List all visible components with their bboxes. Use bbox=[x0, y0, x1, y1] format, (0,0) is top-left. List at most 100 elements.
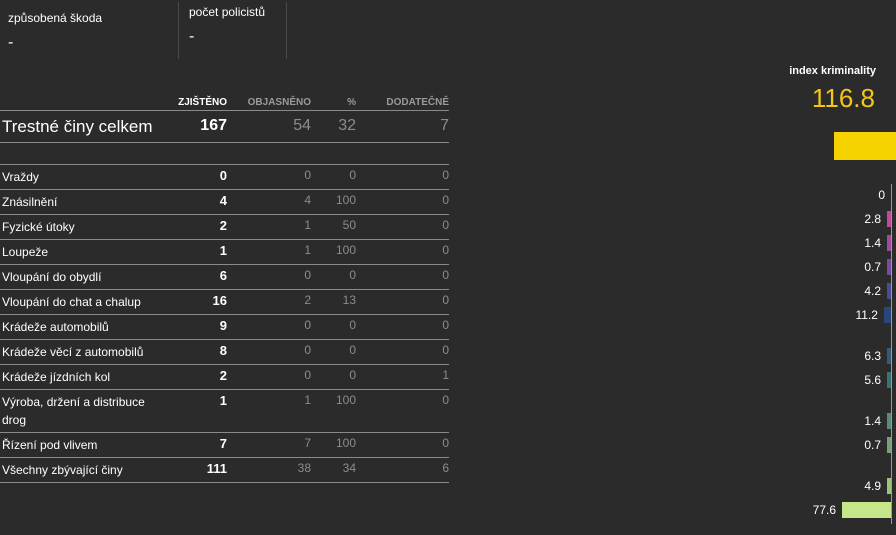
index-total-bar bbox=[834, 132, 896, 160]
index-bar[interactable] bbox=[887, 235, 891, 251]
cell-zjisteno: 2 bbox=[166, 364, 227, 390]
chart-axis bbox=[891, 184, 892, 524]
cell-zjisteno: 0 bbox=[166, 164, 227, 190]
cell-objasneno: 1 bbox=[227, 214, 311, 240]
cell-objasneno: 0 bbox=[227, 364, 311, 390]
index-bar-label: 11.2 bbox=[855, 308, 878, 322]
table-row: Krádeže automobilů 9 0 0 0 bbox=[0, 314, 449, 340]
cell-percent: 13 bbox=[311, 289, 356, 315]
cell-objasneno: 7 bbox=[227, 432, 311, 458]
cell-objasneno: 2 bbox=[227, 289, 311, 315]
crime-name: Řízení pod vlivem bbox=[0, 432, 166, 458]
index-bar-label: 0 bbox=[878, 188, 885, 202]
index-bar[interactable] bbox=[887, 211, 891, 227]
cell-percent: 100 bbox=[311, 432, 356, 458]
table-row: Znásilnění 4 4 100 0 bbox=[0, 189, 449, 215]
cell-percent: 0 bbox=[311, 314, 356, 340]
cell-dodatecne: 0 bbox=[356, 189, 449, 215]
cell-zjisteno: 4 bbox=[166, 189, 227, 215]
crime-name: Vloupání do chat a chalup bbox=[0, 289, 166, 315]
cell-dodatecne: 0 bbox=[356, 239, 449, 265]
index-bar[interactable] bbox=[887, 437, 891, 453]
damage-value: - bbox=[8, 34, 14, 51]
cell-percent: 0 bbox=[311, 364, 356, 390]
cell-zjisteno: 111 bbox=[166, 457, 227, 483]
cell-zjisteno: 1 bbox=[166, 239, 227, 265]
total-dodatecne: 7 bbox=[356, 110, 449, 143]
table-header: ZJIŠTĚNO OBJASNĚNO % DODATEČNĚ bbox=[0, 89, 449, 111]
cell-objasneno: 1 bbox=[227, 239, 311, 265]
table-row: Vraždy 0 0 0 0 bbox=[0, 164, 449, 190]
index-bar[interactable] bbox=[883, 307, 891, 323]
index-bar-label: 4.2 bbox=[864, 284, 881, 298]
index-label: index kriminality bbox=[789, 65, 876, 77]
crime-name: Krádeže věcí z automobilů bbox=[0, 339, 166, 365]
cell-percent: 0 bbox=[311, 264, 356, 290]
index-bar[interactable] bbox=[842, 502, 891, 518]
table-row: Vloupání do obydlí 6 0 0 0 bbox=[0, 264, 449, 290]
index-bar-label: 0.7 bbox=[864, 260, 881, 274]
total-percent: 32 bbox=[311, 110, 356, 143]
cell-dodatecne: 0 bbox=[356, 214, 449, 240]
index-bar[interactable] bbox=[887, 372, 891, 388]
cell-objasneno: 38 bbox=[227, 457, 311, 483]
index-value: 116.8 bbox=[811, 83, 875, 113]
crime-name: Fyzické útoky bbox=[0, 214, 166, 240]
crime-name: Loupeže bbox=[0, 239, 166, 265]
police-stat: počet policistů - bbox=[189, 4, 279, 62]
cell-zjisteno: 2 bbox=[166, 214, 227, 240]
cell-zjisteno: 8 bbox=[166, 339, 227, 365]
total-zjisteno: 167 bbox=[166, 110, 227, 143]
cell-objasneno: 0 bbox=[227, 264, 311, 290]
crime-name: Znásilnění bbox=[0, 189, 166, 215]
index-bar-label: 1.4 bbox=[864, 414, 881, 428]
table-row: Výroba, držení a distribuce drog 1 1 100 0 bbox=[0, 389, 449, 433]
cell-percent: 100 bbox=[311, 389, 356, 433]
cell-zjisteno: 1 bbox=[166, 389, 227, 433]
cell-zjisteno: 7 bbox=[166, 432, 227, 458]
index-bar[interactable] bbox=[887, 413, 891, 429]
header-objasneno[interactable]: OBJASNĚNO bbox=[227, 89, 311, 111]
index-bar[interactable] bbox=[887, 478, 891, 494]
index-bar[interactable] bbox=[887, 348, 891, 364]
cell-dodatecne: 0 bbox=[356, 164, 449, 190]
police-label: počet policistů bbox=[189, 5, 266, 19]
damage-stat: způsobená škoda - bbox=[8, 10, 168, 68]
cell-percent: 0 bbox=[311, 339, 356, 365]
cell-dodatecne: 0 bbox=[356, 314, 449, 340]
table-row: Řízení pod vlivem 7 7 100 0 bbox=[0, 432, 449, 458]
crime-name: Vraždy bbox=[0, 164, 166, 190]
cell-zjisteno: 6 bbox=[166, 264, 227, 290]
table-row: Krádeže věcí z automobilů 8 0 0 0 bbox=[0, 339, 449, 365]
stat-divider bbox=[178, 2, 179, 59]
crime-name: Krádeže jízdních kol bbox=[0, 364, 166, 390]
cell-percent: 34 bbox=[311, 457, 356, 483]
cell-dodatecne: 0 bbox=[356, 432, 449, 458]
index-bar-label: 0.7 bbox=[864, 438, 881, 452]
header-percent[interactable]: % bbox=[311, 89, 356, 111]
cell-dodatecne: 0 bbox=[356, 264, 449, 290]
cell-dodatecne: 0 bbox=[356, 389, 449, 433]
cell-percent: 0 bbox=[311, 164, 356, 190]
cell-percent: 100 bbox=[311, 239, 356, 265]
crime-name: Krádeže automobilů bbox=[0, 314, 166, 340]
index-bar[interactable] bbox=[887, 259, 891, 275]
header-name bbox=[0, 89, 166, 111]
cell-percent: 100 bbox=[311, 189, 356, 215]
header-dodatecne[interactable]: DODATEČNĚ bbox=[356, 89, 449, 111]
table-row: Všechny zbývající činy 111 38 34 6 bbox=[0, 457, 449, 483]
cell-dodatecne: 1 bbox=[356, 364, 449, 390]
crime-name: Všechny zbývající činy bbox=[0, 457, 166, 483]
index-bar-label: 4.9 bbox=[864, 479, 881, 493]
cell-dodatecne: 0 bbox=[356, 289, 449, 315]
stat-divider bbox=[286, 2, 287, 59]
crime-name: Vloupání do obydlí bbox=[0, 264, 166, 290]
index-bar-label: 6.3 bbox=[864, 349, 881, 363]
header-zjisteno[interactable]: ZJIŠTĚNO bbox=[166, 89, 227, 111]
crime-table: ZJIŠTĚNO OBJASNĚNO % DODATEČNĚ Trestné č… bbox=[0, 89, 449, 483]
index-bar[interactable] bbox=[887, 283, 891, 299]
index-bar-label: 77.6 bbox=[812, 503, 836, 517]
spacer-row bbox=[0, 142, 449, 165]
cell-dodatecne: 0 bbox=[356, 339, 449, 365]
table-row: Vloupání do chat a chalup 16 2 13 0 bbox=[0, 289, 449, 315]
